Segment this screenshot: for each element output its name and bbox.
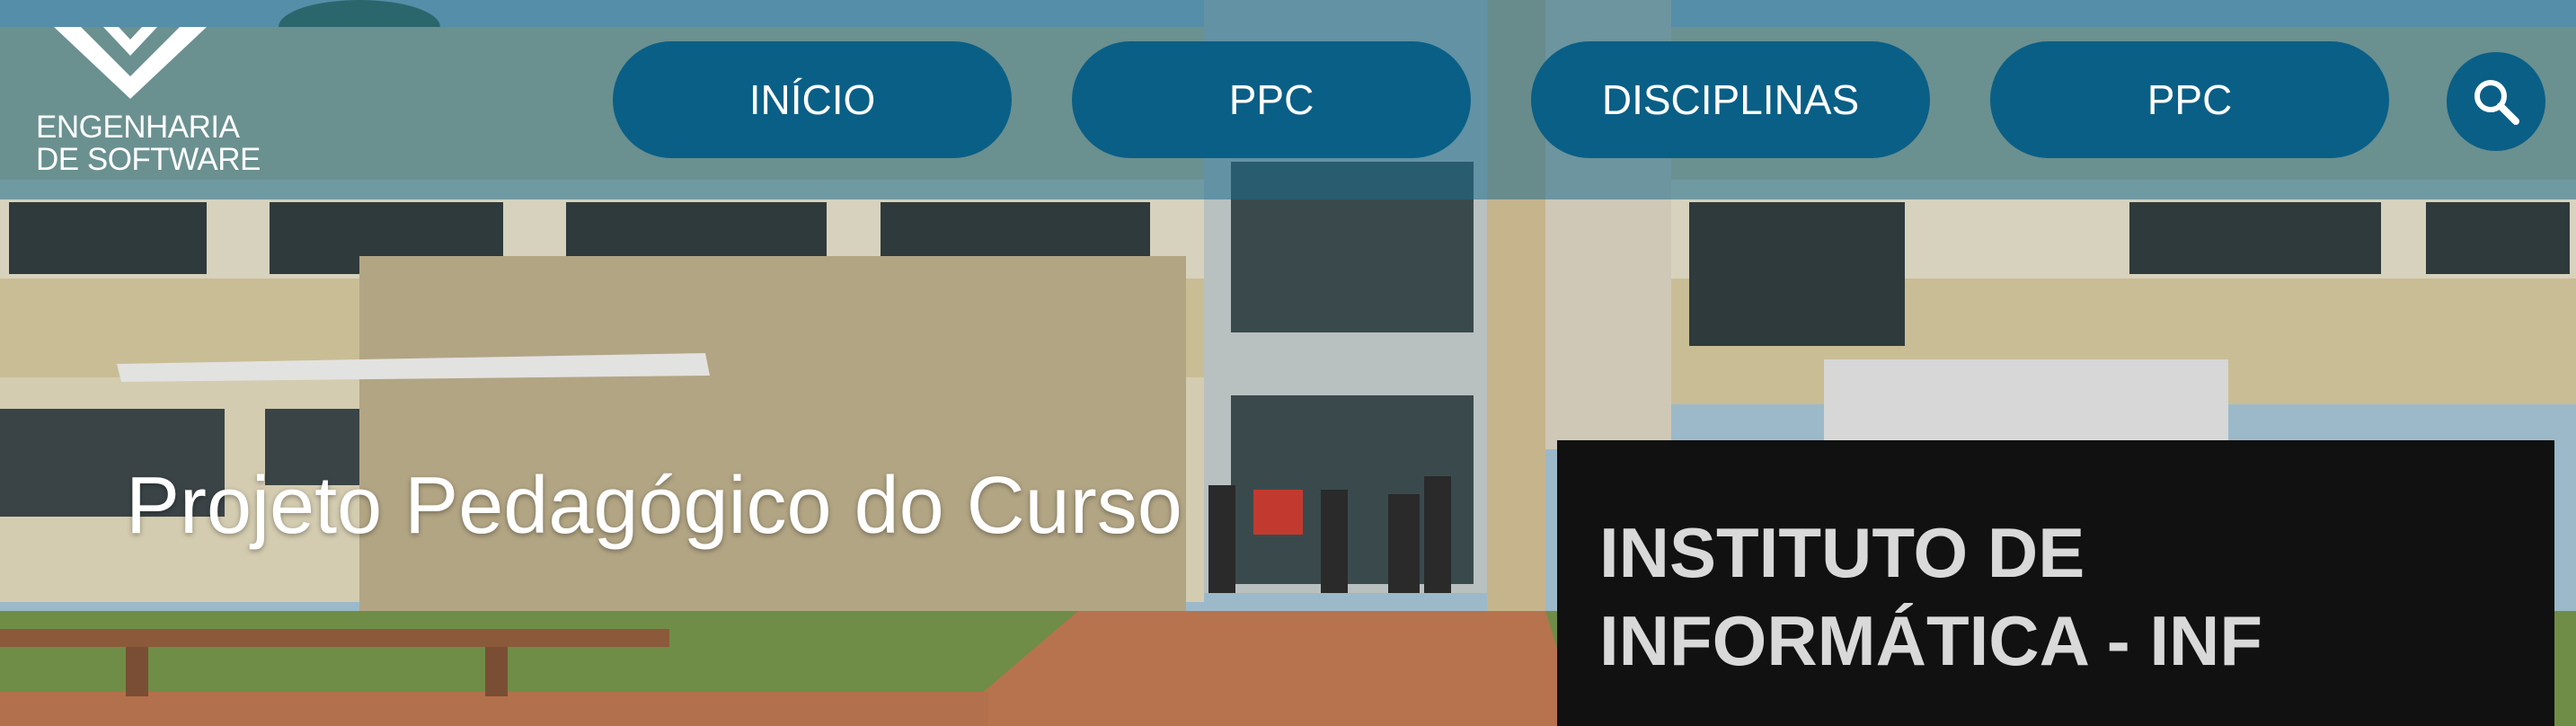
search-button[interactable] xyxy=(2447,52,2545,151)
hero-title: Projeto Pedagógico do Curso xyxy=(126,461,1182,551)
brand-chevron-icon xyxy=(54,27,207,99)
nav-ppc-button-2[interactable]: PPC xyxy=(1990,41,2389,158)
nav-inicio-button[interactable]: INÍCIO xyxy=(613,41,1012,158)
nav-ppc-button[interactable]: PPC xyxy=(1072,41,1471,158)
search-icon xyxy=(2474,80,2519,125)
page: INSTITUTO DE INFORMÁTICA - INF ENGENHARI… xyxy=(0,0,2576,726)
sign-text-line1: INSTITUTO DE xyxy=(1599,513,2085,592)
nav-disciplinas-button[interactable]: DISCIPLINAS xyxy=(1531,41,1930,158)
logo-line2: DE SOFTWARE xyxy=(36,142,261,177)
logo-line1: ENGENHARIA xyxy=(36,110,240,145)
site-logo[interactable]: ENGENHARIA DE SOFTWARE xyxy=(36,27,261,189)
sign-text-line2: INFORMÁTICA - INF xyxy=(1599,601,2262,680)
